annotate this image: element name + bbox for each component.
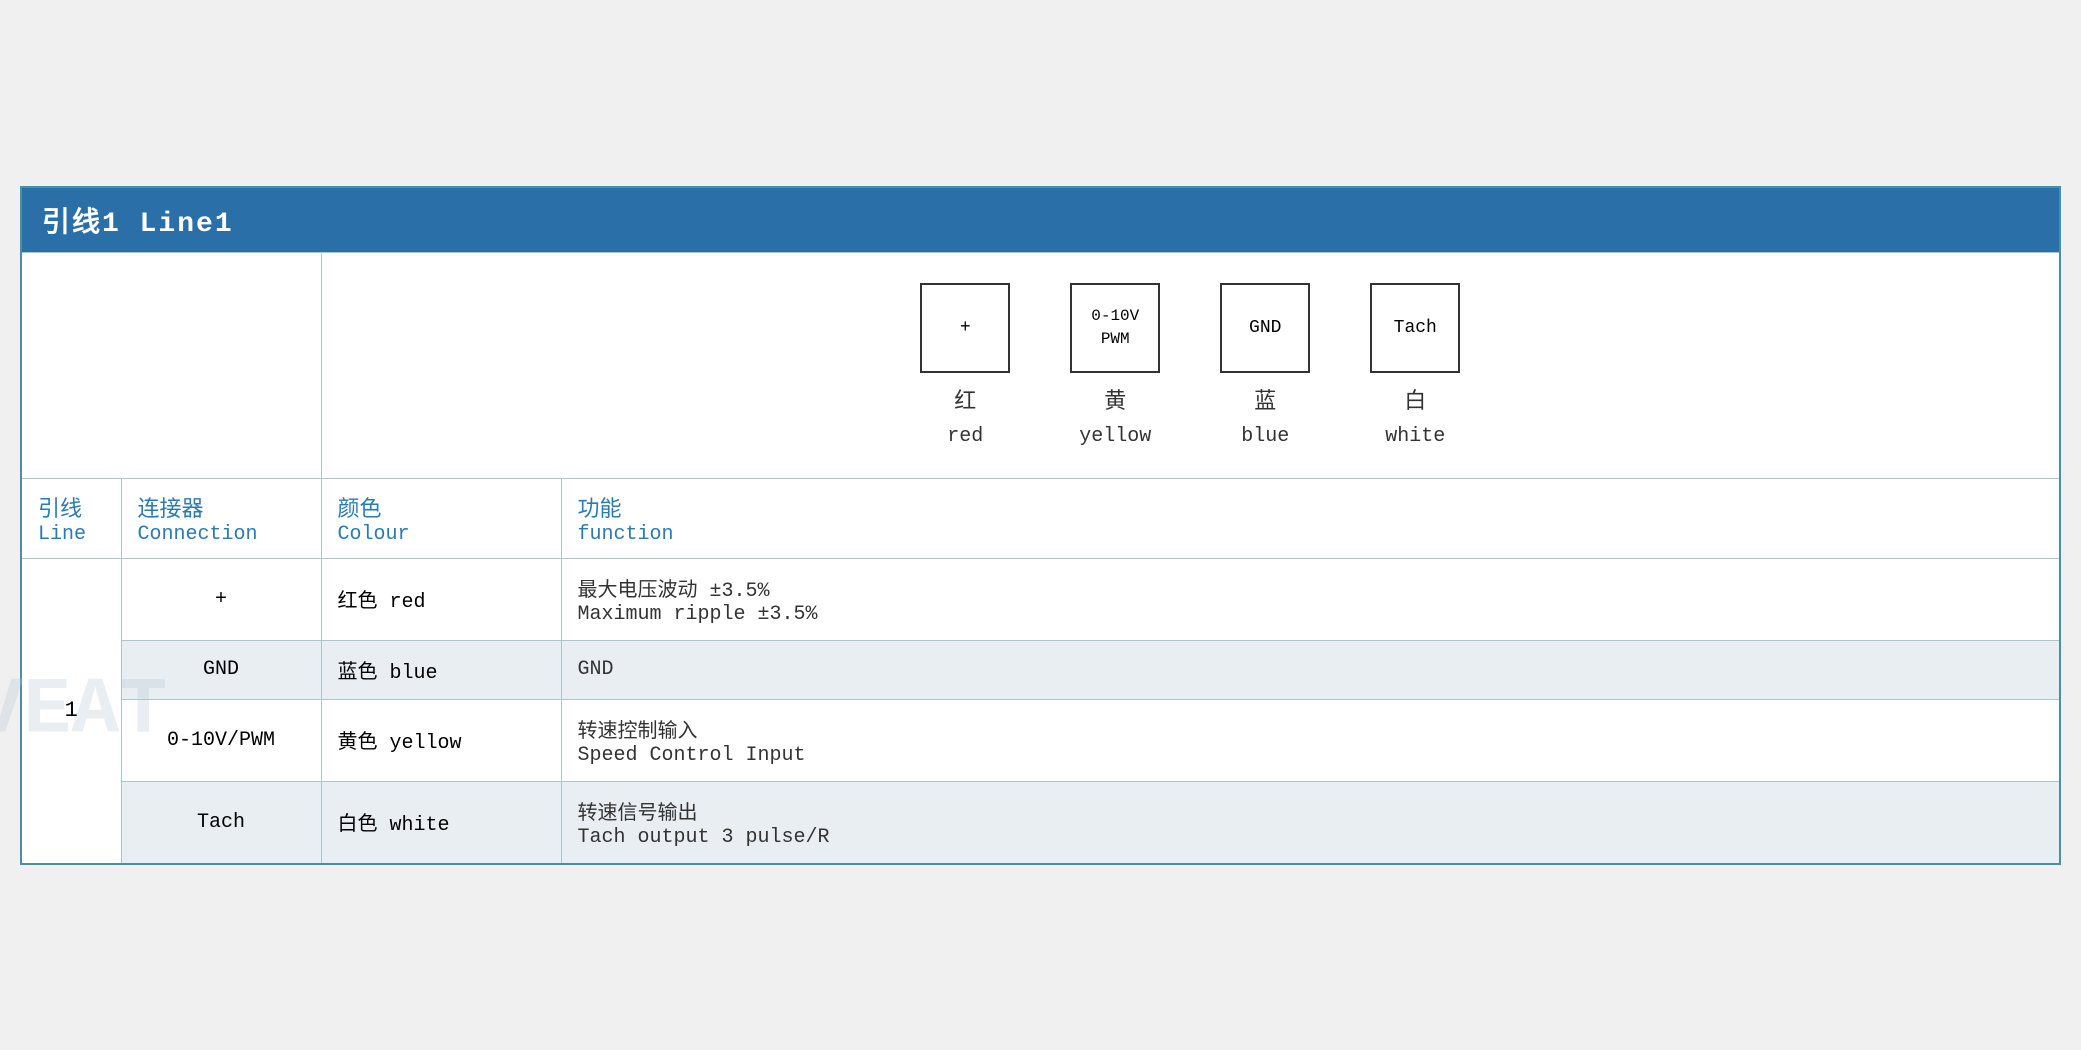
line-number: 1 (65, 698, 78, 723)
colour-cell-0: 红色 red (321, 558, 561, 640)
colour-en-3: white (390, 814, 450, 837)
func-cn-2: 转速控制输入 (578, 714, 2044, 744)
table-row-1: GND 蓝色 blue GND (21, 640, 2060, 699)
main-table: 引线1 Line1 + 红 red 0-10VPWM (20, 186, 2061, 865)
connector-box-pwm: 0-10VPWM (1070, 283, 1160, 373)
connector-label-cn-tach: 白 (1404, 383, 1426, 415)
connection-cell-3: Tach (121, 781, 321, 864)
connection-cell-1: GND (121, 640, 321, 699)
connection-cell-2: 0-10V/PWM (121, 699, 321, 781)
func-en-2: Speed Control Input (578, 744, 2044, 767)
colour-cn-1: 蓝色 (338, 662, 378, 685)
connector-diagram: + 红 red 0-10VPWM 黄 yellow (920, 283, 1460, 448)
colour-cell-3: 白色 white (321, 781, 561, 864)
connector-label-cn-plus: 红 (954, 383, 976, 415)
connector-label-en-plus: red (947, 425, 983, 448)
column-headers-row: 引线 Line 连接器 Connection 颜色 Colour 功能 func… (21, 478, 2060, 558)
connector-symbol-gnd: GND (1249, 318, 1281, 338)
col-header-connection: 连接器 Connection (121, 478, 321, 558)
connector-box-plus: + (920, 283, 1010, 373)
func-en-3: Tach output 3 pulse/R (578, 826, 2044, 849)
connector-label-en-pwm: yellow (1079, 425, 1151, 448)
connector-label-cn-pwm: 黄 (1104, 383, 1126, 415)
connector-symbol-tach: Tach (1394, 318, 1437, 338)
connector-item-gnd: GND 蓝 blue (1220, 283, 1310, 448)
function-cell-2: 转速控制输入 Speed Control Input (561, 699, 2060, 781)
connector-diagram-cell: + 红 red 0-10VPWM 黄 yellow (321, 252, 2060, 478)
colour-cell-1: 蓝色 blue (321, 640, 561, 699)
connector-item-plus: + 红 red (920, 283, 1010, 448)
connector-symbol-plus: + (960, 318, 971, 338)
table-row-0: 1 VEAT + 红色 red 最大电压波动 ±3.5% Maximum rip… (21, 558, 2060, 640)
func-cn-0: 最大电压波动 ±3.5% (578, 573, 2044, 603)
colour-cell-2: 黄色 yellow (321, 699, 561, 781)
connector-label-en-tach: white (1385, 425, 1445, 448)
colour-en-0: red (390, 591, 426, 614)
table-row-2: 0-10V/PWM 黄色 yellow 转速控制输入 Speed Control… (21, 699, 2060, 781)
connector-box-gnd: GND (1220, 283, 1310, 373)
table-row-3: Tach 白色 white 转速信号输出 Tach output 3 pulse… (21, 781, 2060, 864)
func-cn-3: 转速信号输出 (578, 796, 2044, 826)
col-header-line: 引线 Line (21, 478, 121, 558)
connector-item-tach: Tach 白 white (1370, 283, 1460, 448)
diagram-row: + 红 red 0-10VPWM 黄 yellow (21, 252, 2060, 478)
page-container: 引线1 Line1 + 红 red 0-10VPWM (20, 186, 2061, 865)
connection-cell-0: + (121, 558, 321, 640)
colour-cn-0: 红色 (338, 591, 378, 614)
header-row: 引线1 Line1 (21, 187, 2060, 253)
col-header-function: 功能 function (561, 478, 2060, 558)
connector-symbol-pwm: 0-10VPWM (1091, 305, 1139, 350)
colour-cn-3: 白色 (338, 814, 378, 837)
connector-item-pwm: 0-10VPWM 黄 yellow (1070, 283, 1160, 448)
func-cn-1: GND (578, 658, 2044, 681)
colour-cn-2: 黄色 (338, 732, 378, 755)
connector-box-tach: Tach (1370, 283, 1460, 373)
func-en-0: Maximum ripple ±3.5% (578, 603, 2044, 626)
line-number-cell: 1 VEAT (21, 558, 121, 864)
colour-en-2: yellow (390, 732, 462, 755)
page-title: 引线1 Line1 (21, 187, 2060, 253)
function-cell-0: 最大电压波动 ±3.5% Maximum ripple ±3.5% (561, 558, 2060, 640)
function-cell-1: GND (561, 640, 2060, 699)
function-cell-3: 转速信号输出 Tach output 3 pulse/R (561, 781, 2060, 864)
connector-label-en-gnd: blue (1241, 425, 1289, 448)
col-header-colour: 颜色 Colour (321, 478, 561, 558)
colour-en-1: blue (390, 662, 438, 685)
connector-label-cn-gnd: 蓝 (1254, 383, 1276, 415)
